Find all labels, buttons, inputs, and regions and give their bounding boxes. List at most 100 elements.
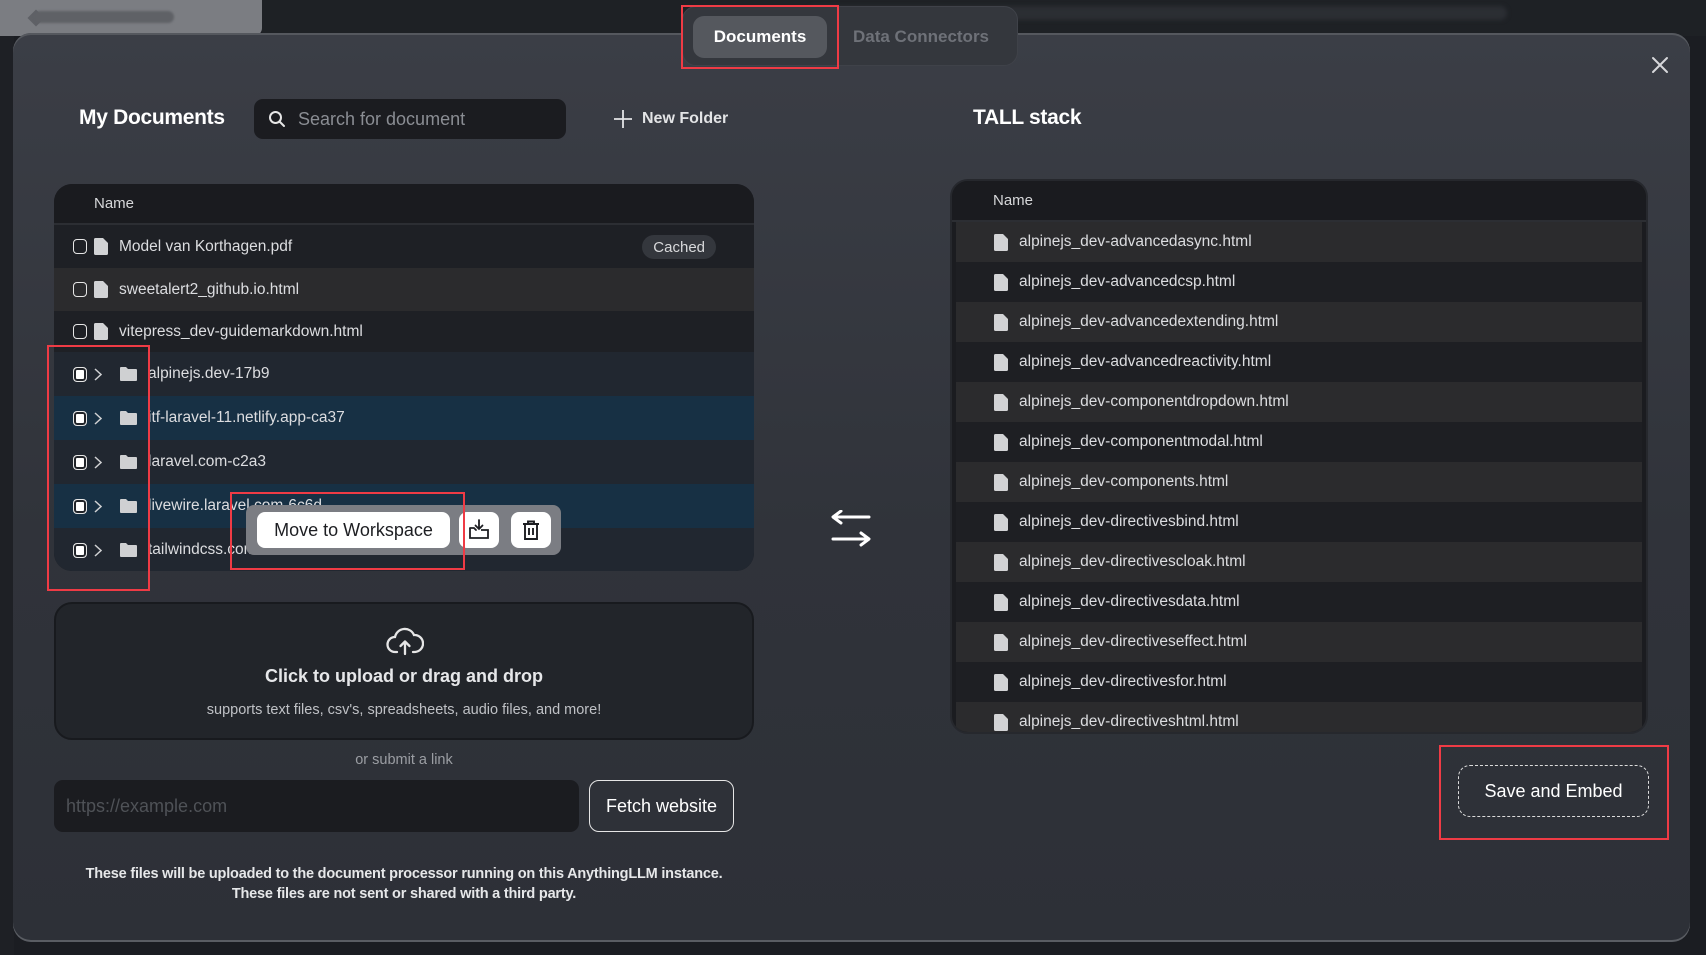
fetch-website-button[interactable]: Fetch website xyxy=(589,780,734,832)
search-input[interactable] xyxy=(298,108,558,130)
background-new-workspace-button xyxy=(0,0,262,36)
tab-data-connectors[interactable]: Data Connectors xyxy=(833,16,1009,58)
workspace-documents-list: Name alpinejs_dev-advancedasync.html alpi… xyxy=(950,179,1648,734)
chevron-right-icon[interactable] xyxy=(94,543,106,557)
folder-name: laravel.com-c2a3 xyxy=(148,453,267,470)
row-checkbox[interactable] xyxy=(73,410,87,426)
file-icon xyxy=(994,513,1008,531)
background-new-workspace-label xyxy=(34,11,174,23)
file-name: alpinejs_dev-advancedreactivity.html xyxy=(1019,353,1272,370)
workspace-file-row[interactable]: alpinejs_dev-advancedextending.html xyxy=(956,302,1642,342)
workspace-file-row[interactable]: alpinejs_dev-directivescloak.html xyxy=(956,542,1642,582)
folder-icon xyxy=(120,543,137,557)
file-icon xyxy=(994,673,1008,691)
column-header-name: Name xyxy=(952,181,1646,222)
file-icon xyxy=(94,238,108,255)
url-input[interactable] xyxy=(54,780,579,832)
file-row[interactable]: vitepress_dev-guidemarkdown.html xyxy=(54,311,754,352)
workspace-file-row[interactable]: alpinejs_dev-componentmodal.html xyxy=(956,422,1642,462)
workspace-file-row[interactable]: alpinejs_dev-directivesbind.html xyxy=(956,502,1642,542)
file-name: alpinejs_dev-advancedextending.html xyxy=(1019,313,1279,330)
file-name: alpinejs_dev-componentdropdown.html xyxy=(1019,393,1289,410)
modal-tabs: Documents Data Connectors xyxy=(682,6,1018,66)
column-header-name: Name xyxy=(54,184,754,225)
workspace-file-row[interactable]: alpinejs_dev-advancedcsp.html xyxy=(956,262,1642,302)
file-name: sweetalert2_github.io.html xyxy=(119,280,300,298)
selection-action-bar: Move to Workspace xyxy=(246,505,561,555)
workspace-file-row[interactable]: alpinejs_dev-directiveshtml.html xyxy=(956,702,1642,732)
file-icon xyxy=(994,713,1008,731)
file-icon xyxy=(994,353,1008,371)
file-icon xyxy=(94,281,108,298)
folder-icon xyxy=(120,411,137,425)
or-submit-link-label: or submit a link xyxy=(355,752,453,768)
file-icon xyxy=(994,313,1008,331)
disclaimer-line-1: These files will be uploaded to the docu… xyxy=(85,866,723,882)
workspace-file-row[interactable]: alpinejs_dev-advancedreactivity.html xyxy=(956,342,1642,382)
new-folder-button[interactable]: New Folder xyxy=(613,105,728,133)
chevron-right-icon[interactable] xyxy=(94,455,106,469)
background-sidebar xyxy=(0,36,14,955)
disclaimer-line-2: These files are not sent or shared with … xyxy=(231,886,577,902)
chevron-right-icon[interactable] xyxy=(94,367,106,381)
file-icon xyxy=(994,633,1008,651)
workspace-file-row[interactable]: alpinejs_dev-advancedasync.html xyxy=(956,222,1642,262)
row-checkbox[interactable] xyxy=(73,239,87,254)
cloud-upload-icon xyxy=(386,627,424,656)
file-icon xyxy=(94,323,108,340)
file-icon xyxy=(994,553,1008,571)
folder-download-icon xyxy=(469,519,489,539)
row-checkbox[interactable] xyxy=(73,324,87,339)
my-documents-title: My Documents xyxy=(79,106,225,129)
folder-row[interactable]: laravel.com-c2a3 xyxy=(54,440,754,484)
close-button[interactable] xyxy=(1648,53,1672,77)
workspace-file-rows[interactable]: alpinejs_dev-advancedasync.html alpinejs_… xyxy=(952,222,1646,732)
row-checkbox[interactable] xyxy=(73,366,87,382)
file-name: alpinejs_dev-advancedasync.html xyxy=(1019,233,1252,250)
row-checkbox[interactable] xyxy=(73,498,87,514)
folder-name: itf-laravel-11.netlify.app-ca37 xyxy=(148,409,345,426)
file-icon xyxy=(994,273,1008,291)
swap-arrows-icon xyxy=(831,510,871,547)
move-folder-button[interactable] xyxy=(459,512,499,548)
file-row[interactable]: sweetalert2_github.io.html xyxy=(54,268,754,311)
upload-dropzone[interactable]: Click to upload or drag and drop support… xyxy=(54,602,754,740)
file-name: vitepress_dev-guidemarkdown.html xyxy=(119,322,363,340)
tab-documents[interactable]: Documents xyxy=(693,16,827,58)
workspace-file-row[interactable]: alpinejs_dev-components.html xyxy=(956,462,1642,502)
folder-icon xyxy=(120,367,137,381)
close-icon xyxy=(1652,57,1668,73)
move-to-workspace-button[interactable]: Move to Workspace xyxy=(257,512,450,548)
file-icon xyxy=(994,393,1008,411)
file-name: alpinejs_dev-directivesbind.html xyxy=(1019,513,1239,530)
delete-button[interactable] xyxy=(511,512,551,548)
workspace-title: TALL stack xyxy=(973,106,1082,129)
workspace-file-row[interactable]: alpinejs_dev-directivesdata.html xyxy=(956,582,1642,622)
row-checkbox[interactable] xyxy=(73,282,87,297)
workspace-file-row[interactable]: alpinejs_dev-componentdropdown.html xyxy=(956,382,1642,422)
chevron-right-icon[interactable] xyxy=(94,499,106,513)
file-name: alpinejs_dev-directivescloak.html xyxy=(1019,553,1246,570)
file-name: alpinejs_dev-componentmodal.html xyxy=(1019,433,1263,450)
search-icon xyxy=(269,111,285,127)
file-name: alpinejs_dev-advancedcsp.html xyxy=(1019,273,1236,290)
plus-icon xyxy=(614,110,632,128)
upload-title: Click to upload or drag and drop xyxy=(264,666,543,686)
file-icon xyxy=(994,433,1008,451)
search-box xyxy=(254,99,566,139)
row-checkbox[interactable] xyxy=(73,542,87,558)
row-checkbox[interactable] xyxy=(73,454,87,470)
workspace-file-row[interactable]: alpinejs_dev-directivesfor.html xyxy=(956,662,1642,702)
file-name: alpinejs_dev-directivesdata.html xyxy=(1019,593,1240,610)
folder-row[interactable]: itf-laravel-11.netlify.app-ca37 xyxy=(54,396,754,440)
file-icon xyxy=(994,473,1008,491)
folder-name: alpinejs.dev-17b9 xyxy=(148,365,270,382)
file-row[interactable]: Model van Korthagen.pdf Cached xyxy=(54,225,754,268)
save-and-embed-button[interactable]: Save and Embed xyxy=(1458,765,1649,817)
chevron-right-icon[interactable] xyxy=(94,411,106,425)
workspace-file-row[interactable]: alpinejs_dev-directiveseffect.html xyxy=(956,622,1642,662)
upload-subtitle: supports text files, csv's, spreadsheets… xyxy=(206,702,602,718)
folder-row[interactable]: alpinejs.dev-17b9 xyxy=(54,352,754,396)
file-icon xyxy=(994,233,1008,251)
file-name: alpinejs_dev-directiveseffect.html xyxy=(1019,633,1248,650)
